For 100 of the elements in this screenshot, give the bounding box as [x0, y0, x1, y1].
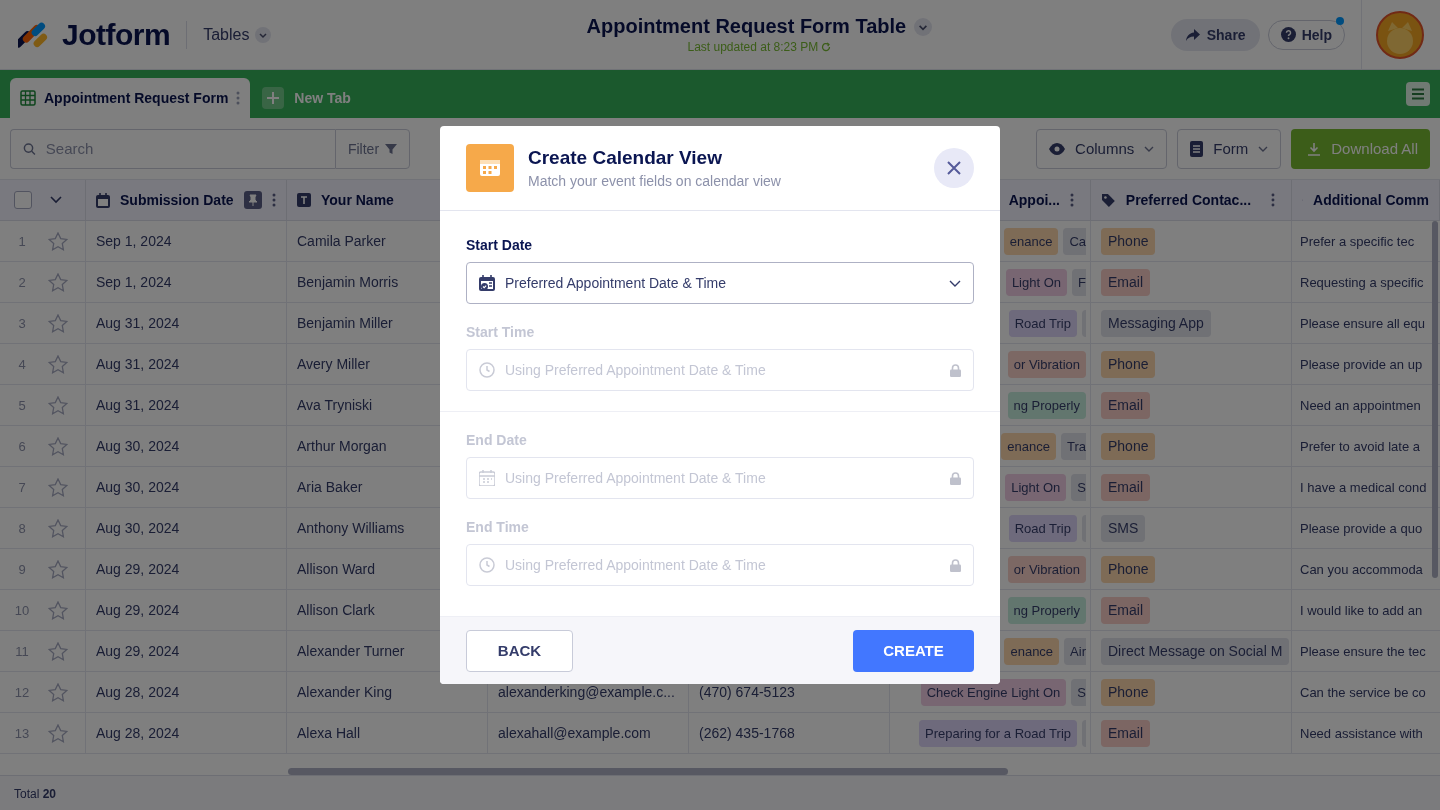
appointment-tag: enance [1001, 432, 1056, 460]
contact-tag: Email [1101, 268, 1150, 296]
close-button[interactable] [934, 148, 974, 188]
table-cell: Ava Tryniski [297, 397, 373, 413]
table-cell: Alexander King [297, 684, 392, 700]
table-cell: Aug 31, 2024 [96, 397, 180, 413]
star-icon[interactable] [48, 682, 68, 702]
table-tab[interactable]: Appointment Request Form [10, 78, 251, 118]
appointment-tag: Light On [1005, 473, 1067, 501]
column-header[interactable]: Submission Date [120, 192, 234, 208]
appointment-tag: F [1072, 268, 1086, 296]
funnel-icon [385, 142, 398, 155]
star-icon[interactable] [48, 272, 68, 292]
document-icon [1190, 140, 1204, 157]
more-vertical-icon[interactable] [1070, 193, 1074, 207]
star-icon[interactable] [48, 477, 68, 497]
appointment-tag: Tra [1060, 432, 1086, 460]
star-icon[interactable] [48, 723, 68, 743]
column-header[interactable]: Additional Comm [1313, 192, 1429, 208]
table-cell: Anthony Williams [297, 520, 405, 536]
star-icon[interactable] [48, 313, 68, 333]
table-cell: Aug 29, 2024 [96, 561, 180, 577]
table-cell: Aug 31, 2024 [96, 315, 180, 331]
row-number: 3 [17, 315, 27, 331]
close-icon [947, 161, 961, 175]
field-label: End Date [466, 432, 528, 448]
form-button[interactable]: Form [1177, 128, 1282, 169]
menu-icon[interactable] [1406, 82, 1430, 106]
table-cell: Benjamin Miller [297, 315, 393, 331]
share-arrow-icon [1184, 27, 1201, 42]
table-cell: Please ensure all equ [1300, 315, 1426, 331]
dropdown-field[interactable]: Preferred Appointment Date & Time [466, 262, 974, 304]
column-header[interactable]: Preferred Contac... [1125, 192, 1252, 208]
share-button[interactable]: Share [1170, 18, 1260, 51]
row-number: 7 [17, 479, 27, 495]
table-cell: Allison Clark [297, 602, 375, 618]
star-icon[interactable] [48, 436, 68, 456]
star-icon[interactable] [48, 231, 68, 251]
logo-text: Jotform [62, 17, 171, 52]
table-cell: (262) 435-1768 [699, 725, 795, 741]
table-cell: Please provide an up [1300, 356, 1423, 372]
columns-button[interactable]: Columns [1036, 128, 1168, 169]
chevron-down-icon[interactable] [914, 17, 933, 36]
contact-tag: Phone [1101, 555, 1156, 583]
table-cell: I have a medical cond [1300, 479, 1427, 495]
tables-menu[interactable]: Tables [203, 25, 272, 44]
table-cell: Aria Baker [297, 479, 363, 495]
table-cell: Alexa Hall [297, 725, 361, 741]
row-number: 5 [17, 397, 27, 413]
appointment-tag: enance [1004, 637, 1060, 665]
row-number: 6 [17, 438, 27, 454]
row-number: 11 [14, 643, 30, 659]
more-vertical-icon[interactable] [1271, 193, 1275, 207]
contact-tag: Email [1101, 596, 1150, 624]
search-field[interactable]: Search [10, 128, 335, 169]
contact-tag: SMS [1101, 514, 1146, 542]
column-header[interactable]: Appoi... [1008, 192, 1060, 208]
appointment-tag: Road Trip [1008, 309, 1077, 337]
column-header[interactable]: Your Name [321, 192, 394, 208]
help-icon [1280, 27, 1296, 42]
chevron-down-icon[interactable] [50, 196, 62, 204]
calendar-check-icon [479, 275, 495, 291]
table-cell: (470) 674-5123 [699, 684, 795, 700]
text-type-icon [297, 193, 311, 207]
table-cell: Alexander Turner [297, 643, 405, 659]
star-icon[interactable] [48, 518, 68, 538]
download-icon [1307, 141, 1322, 156]
chevron-down-icon [949, 279, 961, 287]
field-label: Start Date [466, 237, 534, 253]
contact-tag: Email [1101, 719, 1150, 747]
appointment-tag: or Vibration [1007, 555, 1086, 583]
avatar-icon[interactable] [1376, 10, 1424, 59]
create-button[interactable]: CREATE [853, 629, 974, 672]
back-button[interactable]: BACK [466, 629, 573, 672]
row-number: 12 [13, 684, 31, 700]
horizontal-scrollbar[interactable] [288, 768, 1008, 775]
contact-tag: Email [1101, 473, 1150, 501]
help-button[interactable]: Help [1267, 19, 1345, 50]
calendar-icon [479, 470, 495, 486]
star-icon[interactable] [48, 600, 68, 620]
star-icon[interactable] [48, 559, 68, 579]
table-cell: Requesting a specific [1300, 274, 1424, 290]
table-cell: Sep 1, 2024 [96, 233, 172, 249]
row-number: 13 [13, 725, 31, 741]
lock-icon [950, 471, 961, 485]
chevron-down-icon [1144, 145, 1155, 152]
table-cell: Please ensure the tec [1300, 643, 1426, 659]
appointment-tag: ng Properly [1007, 596, 1086, 624]
filter-button[interactable]: Filter [335, 128, 410, 169]
table-cell: Allison Ward [297, 561, 376, 577]
star-icon[interactable] [48, 395, 68, 415]
vertical-scrollbar[interactable] [1432, 221, 1438, 578]
more-vertical-icon[interactable] [272, 193, 276, 207]
star-icon[interactable] [48, 354, 68, 374]
star-icon[interactable] [48, 641, 68, 661]
row-number: 4 [17, 356, 27, 372]
select-all-checkbox[interactable] [14, 191, 32, 209]
pin-icon[interactable] [244, 191, 262, 209]
table-cell: Benjamin Morris [297, 274, 399, 290]
refresh-icon[interactable] [821, 42, 832, 52]
